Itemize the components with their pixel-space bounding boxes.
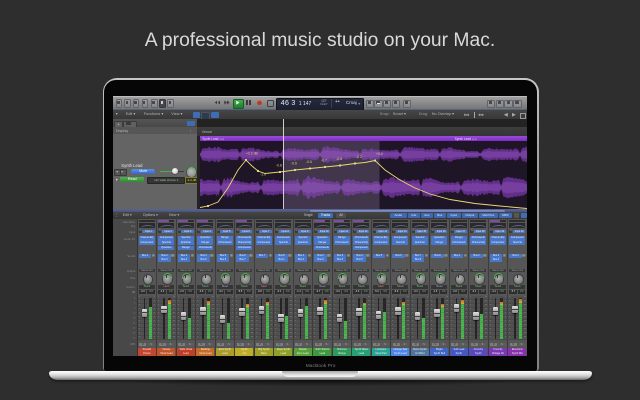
svg-text:-0.2: -0.2 [356,155,362,159]
svg-text:-1.9: -1.9 [260,172,266,176]
svg-text:+0.4: +0.4 [376,152,383,156]
svg-text:-0.5: -0.5 [336,157,342,161]
svg-text:-0.6: -0.6 [306,160,312,164]
svg-text:-0.6: -0.6 [291,161,297,165]
svg-text:-0.7: -0.7 [321,158,327,162]
svg-text:-0.8: -0.8 [276,163,282,167]
svg-text:+2.2 dB: +2.2 dB [246,151,259,155]
